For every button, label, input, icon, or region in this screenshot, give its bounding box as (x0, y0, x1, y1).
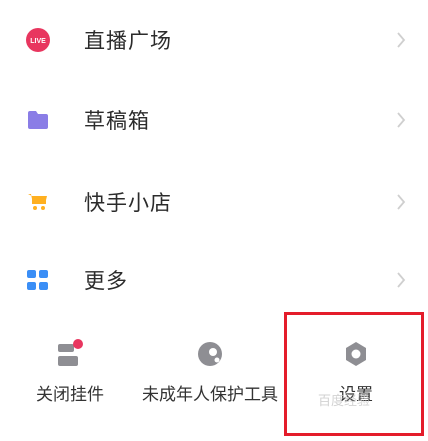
menu-item-drafts[interactable]: 草稿箱 (0, 90, 428, 150)
menu-item-shop[interactable]: 快手小店 (0, 172, 428, 232)
menu-item-label: 更多 (84, 270, 128, 293)
menu-item-label: 草稿箱 (84, 110, 150, 133)
chevron-right-icon (394, 190, 408, 214)
highlight-box (284, 312, 424, 436)
live-icon: LIVE (26, 28, 50, 52)
widget-icon (54, 338, 86, 370)
chevron-right-icon (394, 268, 408, 292)
watermark: 百度经验 (318, 393, 371, 408)
menu-item-more[interactable]: 更多 (0, 250, 428, 310)
grid-icon (26, 268, 50, 292)
menu-item-live-square[interactable]: LIVE 直播广场 (0, 10, 428, 70)
folder-icon (26, 108, 50, 132)
svg-text:LIVE: LIVE (30, 38, 46, 45)
tool-label: 未成年人保护工具 (142, 385, 278, 404)
menu-item-label: 直播广场 (84, 30, 172, 53)
menu-item-label: 快手小店 (84, 192, 172, 215)
tool-minor-protection[interactable]: 未成年人保护工具 (140, 316, 280, 416)
tool-close-widget[interactable]: 关闭挂件 (0, 316, 140, 416)
chevron-right-icon (394, 108, 408, 132)
tool-label: 关闭挂件 (36, 385, 104, 404)
chevron-right-icon (394, 28, 408, 52)
shield-face-icon (194, 338, 226, 370)
cart-icon (26, 190, 50, 214)
